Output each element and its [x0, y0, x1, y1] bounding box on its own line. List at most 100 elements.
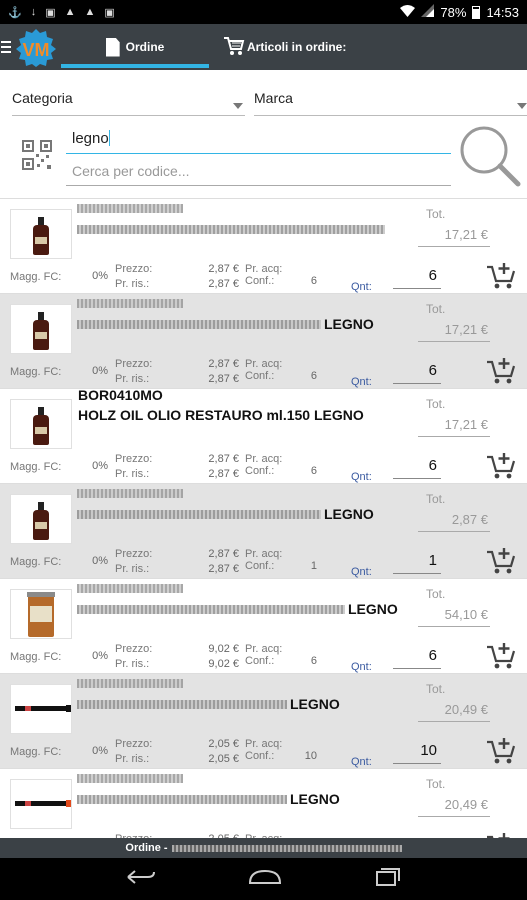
- add-to-cart-icon: [487, 453, 516, 479]
- recents-button[interactable]: [375, 867, 401, 892]
- order-footer: Ordine -: [0, 838, 527, 858]
- search-button[interactable]: [456, 122, 522, 188]
- product-row[interactable]: LEGNO Magg. FC: 0% Prezzo: Pr. ris.: 2,05 € 2,…: [0, 673, 527, 768]
- product-title: LEGNO: [290, 791, 340, 807]
- conf-label: Conf.:: [245, 465, 275, 477]
- prezzo-label: Prezzo:: [115, 548, 153, 560]
- magg-value: 0%: [92, 555, 108, 567]
- system-nav-bar: [0, 858, 527, 900]
- redacted-description: [77, 510, 321, 519]
- clock: 14:53: [486, 4, 519, 20]
- add-to-cart-button[interactable]: [486, 546, 518, 576]
- tot-value: 17,21 €: [418, 417, 490, 437]
- prezzo-label: Prezzo:: [115, 643, 153, 655]
- tot-value: 2,87 €: [418, 512, 490, 532]
- conf-value: 6: [310, 275, 317, 287]
- pr-acq-label: Pr. acq:: [245, 643, 283, 655]
- qr-code-icon[interactable]: [22, 140, 52, 170]
- conf-label: Conf.:: [245, 275, 275, 287]
- conf-value: 1: [310, 560, 317, 572]
- oil-bottle-image: [33, 312, 49, 350]
- product-row[interactable]: Magg. FC: 0% Prezzo: Pr. ris.: 2,87 € 2,87 € P…: [0, 198, 527, 293]
- brand-placeholder: Marca: [254, 90, 293, 106]
- signal-icon: [421, 4, 435, 20]
- add-to-cart-button[interactable]: [486, 736, 518, 766]
- pr-ris-value: 2,87 €: [208, 468, 239, 480]
- product-image[interactable]: [10, 209, 72, 259]
- add-to-cart-button[interactable]: [486, 261, 518, 291]
- magg-label: Magg. FC:: [10, 366, 62, 378]
- product-image[interactable]: [10, 779, 72, 829]
- product-row[interactable]: BOR0410MO HOLZ OIL OLIO RESTAURO ml.150 L…: [0, 387, 527, 483]
- tin-can-image: [27, 592, 55, 637]
- product-image[interactable]: [10, 589, 72, 639]
- home-icon: [249, 869, 282, 884]
- pr-ris-label: Pr. ris.:: [115, 373, 150, 385]
- add-to-cart-icon: [487, 358, 516, 384]
- back-button[interactable]: [126, 868, 156, 891]
- content-area: Categoria Marca legno Cerca per codice..…: [0, 70, 527, 858]
- status-bar: ⚓ ↓ ▣ ▲ ▲ ▣ 78% 14:53: [0, 0, 527, 24]
- search-input[interactable]: legno: [66, 128, 451, 154]
- product-image[interactable]: [10, 684, 72, 734]
- magg-value: 0%: [92, 270, 108, 282]
- prezzo-value: 9,02 €: [208, 643, 239, 655]
- wifi-icon: [400, 4, 416, 20]
- redacted-description: [77, 225, 385, 234]
- quantity-input[interactable]: 1: [393, 552, 441, 574]
- product-row[interactable]: LEGNO Magg. FC: 0% Prezzo: Pr. ris.: 9,02 € 9,…: [0, 578, 527, 673]
- tot-label: Tot.: [426, 587, 446, 601]
- tab-articoli-in-ordine[interactable]: Articoli in ordine:: [223, 24, 346, 70]
- code-search-input[interactable]: Cerca per codice...: [66, 158, 451, 186]
- product-image[interactable]: [10, 494, 72, 544]
- tot-label: Tot.: [426, 492, 446, 506]
- qnt-label: Qnt:: [351, 376, 372, 388]
- home-button[interactable]: [248, 869, 282, 890]
- conf-value: 10: [304, 750, 317, 762]
- add-to-cart-icon: [487, 643, 516, 669]
- quantity-input[interactable]: 6: [393, 362, 441, 384]
- magg-label: Magg. FC:: [10, 746, 62, 758]
- recents-icon: [375, 867, 400, 886]
- pr-ris-label: Pr. ris.:: [115, 753, 150, 765]
- product-row[interactable]: LEGNO Magg. FC: 0% Prezzo: Pr. ris.: 2,87 € 2,…: [0, 293, 527, 388]
- add-to-cart-button[interactable]: [486, 451, 518, 481]
- pr-acq-label: Pr. acq:: [245, 548, 283, 560]
- product-image[interactable]: [10, 399, 72, 449]
- pr-ris-value: 2,05 €: [208, 753, 239, 765]
- redacted-code: [77, 489, 183, 498]
- pr-acq-label: Pr. acq:: [245, 263, 283, 275]
- product-row[interactable]: LEGNO Magg. FC: 0% Prezzo: Pr. ris.: 2,87 € 2,…: [0, 483, 527, 578]
- magg-value: 0%: [92, 745, 108, 757]
- brand-dropdown[interactable]: Marca: [254, 84, 527, 116]
- battery-icon: [472, 5, 481, 19]
- tab-articoli-label: Articoli in ordine:: [247, 40, 347, 54]
- svg-text:VM: VM: [23, 40, 50, 60]
- quantity-input[interactable]: 6: [393, 267, 441, 289]
- tab-ordine[interactable]: Ordine: [61, 24, 209, 70]
- product-image[interactable]: [10, 304, 72, 354]
- add-to-cart-button[interactable]: [486, 356, 518, 386]
- app-logo[interactable]: VM: [14, 27, 58, 67]
- pr-ris-label: Pr. ris.:: [115, 563, 150, 575]
- app-bar: VM Ordine Articoli in ordine:: [0, 24, 527, 70]
- quantity-input[interactable]: 6: [393, 647, 441, 669]
- qnt-label: Qnt:: [351, 471, 372, 483]
- menu-icon[interactable]: [1, 41, 11, 53]
- prezzo-value: 2,05 €: [208, 738, 239, 750]
- category-placeholder: Categoria: [12, 90, 73, 106]
- pr-ris-label: Pr. ris.:: [115, 278, 150, 290]
- prezzo-value: 2,87 €: [208, 453, 239, 465]
- quantity-input[interactable]: 10: [393, 742, 441, 764]
- redacted-description: [77, 795, 287, 804]
- qnt-label: Qnt:: [351, 756, 372, 768]
- tot-value: 17,21 €: [418, 227, 490, 247]
- marker-image: [15, 800, 71, 807]
- add-to-cart-button[interactable]: [486, 641, 518, 671]
- quantity-input[interactable]: 6: [393, 457, 441, 479]
- category-dropdown[interactable]: Categoria: [12, 84, 245, 116]
- pr-acq-label: Pr. acq:: [245, 453, 283, 465]
- product-list: Magg. FC: 0% Prezzo: Pr. ris.: 2,87 € 2,87 € P…: [0, 198, 527, 858]
- order-footer-label: Ordine -: [125, 842, 168, 854]
- conf-value: 6: [310, 655, 317, 667]
